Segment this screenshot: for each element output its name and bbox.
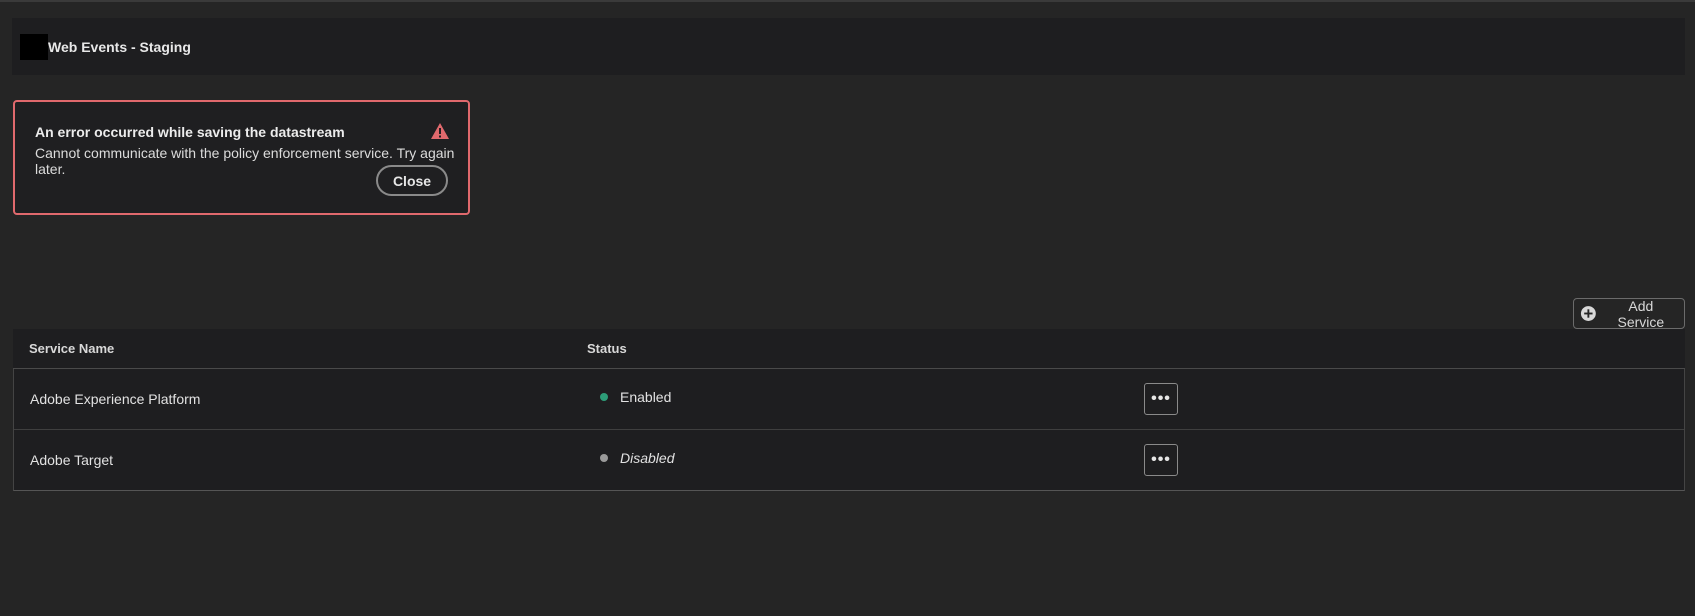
page-title: Web Events - Staging <box>48 38 191 55</box>
error-title: An error occurred while saving the datas… <box>35 124 345 140</box>
service-name-cell: Adobe Target <box>30 452 114 468</box>
ellipsis-icon: ••• <box>1151 451 1171 468</box>
redacted-logo <box>20 33 48 60</box>
alert-icon <box>431 123 449 139</box>
add-service-label: Add Service <box>1617 297 1665 330</box>
services-table: Service Name Status Adobe Experience Pla… <box>13 329 1685 491</box>
status-dot <box>600 454 608 462</box>
ellipsis-icon: ••• <box>1151 390 1171 407</box>
close-button[interactable]: Close <box>376 165 448 196</box>
column-header-status[interactable]: Status <box>587 341 627 356</box>
status-cell: Disabled <box>600 450 674 466</box>
table-row[interactable]: Adobe Target Disabled ••• <box>14 430 1684 490</box>
table-body: Adobe Experience Platform Enabled ••• Ad… <box>13 369 1685 491</box>
status-dot <box>600 393 608 401</box>
table-header: Service Name Status <box>13 329 1685 369</box>
top-border <box>0 0 1695 2</box>
more-actions-button[interactable]: ••• <box>1144 444 1178 476</box>
error-toast: An error occurred while saving the datas… <box>13 100 470 215</box>
more-actions-button[interactable]: ••• <box>1144 383 1178 415</box>
status-text: Enabled <box>620 389 672 405</box>
add-service-button[interactable]: Add Service <box>1573 297 1685 330</box>
status-text: Disabled <box>620 450 675 466</box>
plus-circle-icon <box>1580 306 1596 321</box>
column-header-service-name[interactable]: Service Name <box>29 341 114 356</box>
service-name-cell: Adobe Experience Platform <box>30 391 201 407</box>
status-cell: Enabled <box>600 389 671 405</box>
table-row[interactable]: Adobe Experience Platform Enabled ••• <box>14 369 1684 430</box>
page-header: Web Events - Staging <box>12 18 1685 75</box>
